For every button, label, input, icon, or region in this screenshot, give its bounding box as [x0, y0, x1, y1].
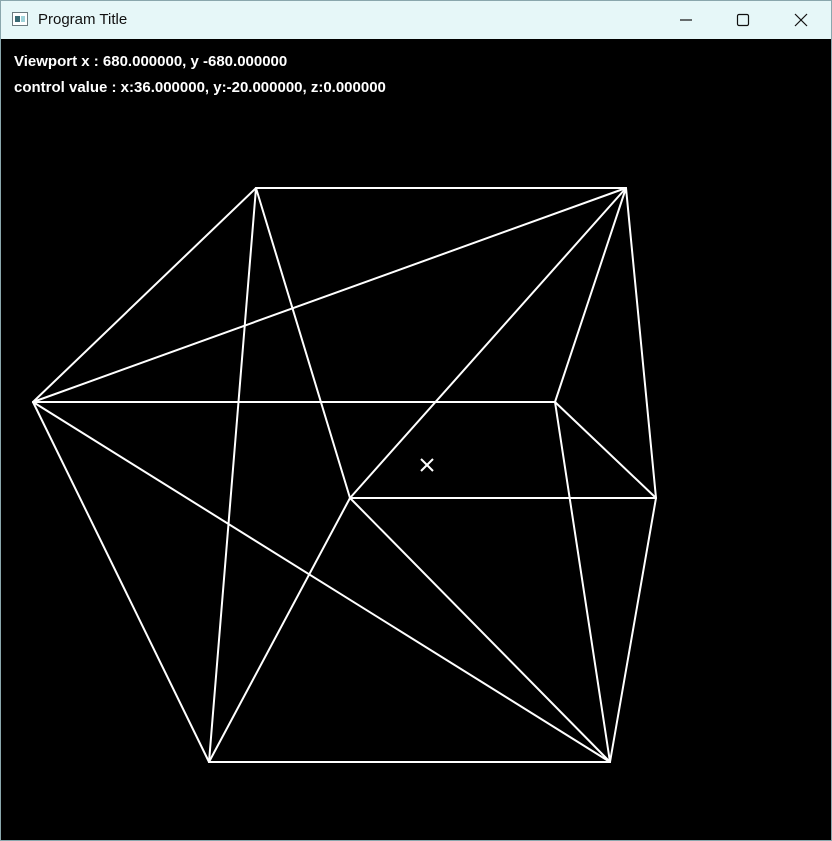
wire-edge — [349, 187, 627, 499]
wireframe-cube — [32, 187, 657, 763]
close-button[interactable] — [773, 1, 829, 39]
wire-edge — [349, 497, 611, 763]
title-bar[interactable]: Program Title — [1, 1, 831, 39]
close-icon — [794, 13, 808, 27]
wire-edge — [32, 187, 627, 403]
app-window: Program Title Viewport x : 680.000000, y… — [0, 0, 832, 841]
wire-edge — [32, 401, 611, 763]
x-marker-icon — [420, 458, 434, 472]
maximize-button[interactable] — [715, 1, 771, 39]
minimize-icon — [680, 19, 692, 21]
wire-edge — [554, 401, 657, 499]
minimize-button[interactable] — [658, 1, 714, 39]
app-icon — [12, 12, 28, 26]
render-viewport[interactable]: Viewport x : 680.000000, y -680.000000 c… — [1, 39, 831, 840]
wire-edge — [208, 187, 257, 763]
maximize-icon — [736, 13, 750, 27]
wire-edge — [554, 187, 627, 403]
wire-edge — [32, 187, 257, 403]
wire-edge — [554, 401, 611, 763]
window-title: Program Title — [38, 11, 128, 28]
wire-edge — [625, 187, 657, 499]
wire-edge — [609, 497, 657, 763]
wire-edge — [255, 187, 351, 499]
wire-edge — [208, 497, 351, 763]
